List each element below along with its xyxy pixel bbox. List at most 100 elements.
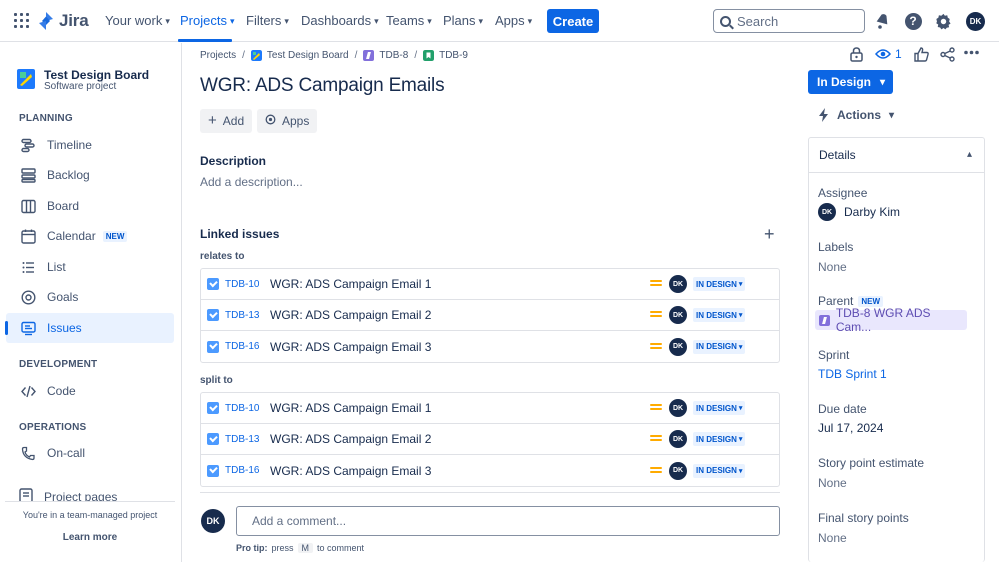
status-label: IN DESIGN: [696, 434, 737, 444]
sidebar-item-label: Board: [47, 199, 80, 213]
chevron-up-icon: ▴: [966, 149, 972, 160]
jira-logo[interactable]: Jira: [38, 11, 89, 31]
thumbs-up-icon[interactable]: [914, 47, 929, 62]
assignee-avatar[interactable]: DK: [669, 337, 687, 356]
create-button[interactable]: Create: [547, 9, 599, 33]
nav-apps[interactable]: Apps ▾: [495, 13, 532, 28]
calendar-icon: [20, 228, 36, 244]
linked-issue-row[interactable]: TDB-13 WGR: ADS Campaign Email 2 DK IN D…: [201, 300, 779, 331]
linked-issue-row[interactable]: TDB-10 WGR: ADS Campaign Email 1 DK IN D…: [201, 393, 779, 424]
add-linked-issue-icon[interactable]: +: [764, 225, 775, 243]
linked-issue-key[interactable]: TDB-16: [225, 465, 259, 476]
sidebar-item-calendar[interactable]: Calendar NEW: [6, 221, 174, 251]
sidebar-item-timeline[interactable]: Timeline: [6, 130, 174, 160]
nav-projects[interactable]: Projects ▾: [180, 13, 235, 28]
watchers-button[interactable]: 1: [875, 47, 902, 61]
status-dropdown[interactable]: IN DESIGN ▾: [693, 463, 746, 478]
status-dropdown[interactable]: IN DESIGN ▾: [693, 277, 746, 291]
labels-field[interactable]: None: [818, 260, 847, 274]
watchers-count: 1: [895, 47, 902, 61]
due-date-field[interactable]: Jul 17, 2024: [818, 421, 883, 435]
sidebar-item-backlog[interactable]: Backlog: [6, 160, 174, 190]
sprint-field[interactable]: TDB Sprint 1: [818, 367, 887, 381]
status-transition-button[interactable]: In Design ▾: [808, 70, 893, 94]
nav-teams[interactable]: Teams ▾: [386, 13, 432, 28]
sidebar-item-board[interactable]: Board: [6, 191, 174, 221]
share-icon[interactable]: [940, 47, 955, 62]
linked-issue-row[interactable]: TDB-10 WGR: ADS Campaign Email 1 DK IN D…: [201, 269, 779, 300]
breadcrumb-projects[interactable]: Projects: [200, 50, 236, 61]
epic-icon: [363, 50, 375, 61]
apps-button[interactable]: Apps: [257, 109, 318, 133]
settings-icon[interactable]: [934, 12, 952, 30]
sidebar-item-list[interactable]: List: [6, 252, 174, 282]
issue-title[interactable]: WGR: ADS Campaign Emails: [200, 75, 445, 97]
breadcrumb-current-issue[interactable]: TDB-9: [423, 50, 468, 61]
breadcrumb-parent-epic[interactable]: TDB-8: [363, 50, 408, 61]
board-icon: [20, 198, 36, 214]
assignee-name: Darby Kim: [844, 205, 901, 219]
assignee-avatar[interactable]: DK: [669, 399, 687, 417]
help-icon[interactable]: ?: [904, 12, 922, 30]
parent-field[interactable]: TDB-8 WGR ADS Cam...: [815, 306, 967, 334]
sidebar-item-code[interactable]: Code: [6, 376, 174, 406]
description-field[interactable]: Add a description...: [200, 175, 303, 189]
linked-issue-summary[interactable]: WGR: ADS Campaign Email 3: [270, 464, 431, 478]
notifications-icon[interactable]: [873, 12, 891, 30]
task-icon: [207, 433, 219, 445]
assignee-field[interactable]: DK Darby Kim: [818, 203, 900, 221]
nav-plans[interactable]: Plans ▾: [443, 13, 483, 28]
linked-issue-key[interactable]: TDB-13: [225, 434, 259, 445]
comment-input[interactable]: Add a comment...: [236, 506, 780, 536]
status-dropdown[interactable]: IN DESIGN ▾: [693, 401, 746, 415]
more-actions-icon[interactable]: [964, 50, 979, 55]
nav-dashboards[interactable]: Dashboards ▾: [301, 13, 379, 28]
linked-issue-key[interactable]: TDB-16: [225, 341, 259, 352]
sidebar-item-issues[interactable]: Issues: [5, 313, 174, 343]
add-button[interactable]: + Add: [200, 109, 253, 133]
breadcrumb-project[interactable]: Test Design Board: [250, 50, 349, 61]
linked-issue-summary[interactable]: WGR: ADS Campaign Email 1: [270, 277, 431, 291]
status-dropdown[interactable]: IN DESIGN ▾: [693, 308, 746, 322]
assignee-avatar: DK: [818, 203, 836, 221]
status-dropdown[interactable]: IN DESIGN ▾: [693, 339, 746, 354]
sprint-label: Sprint: [818, 348, 850, 362]
assignee-avatar[interactable]: DK: [669, 430, 687, 448]
linked-issue-summary[interactable]: WGR: ADS Campaign Email 2: [270, 308, 431, 322]
project-avatar-icon: [17, 69, 35, 89]
linked-issue-summary[interactable]: WGR: ADS Campaign Email 3: [270, 340, 431, 354]
nav-your-work[interactable]: Your work ▾: [105, 13, 170, 28]
lock-icon[interactable]: [850, 47, 863, 62]
linked-issue-key[interactable]: TDB-10: [225, 279, 259, 290]
sidebar-item-goals[interactable]: Goals: [6, 282, 174, 312]
status-label: IN DESIGN: [696, 279, 737, 289]
assignee-avatar[interactable]: DK: [669, 461, 687, 480]
assignee-avatar[interactable]: DK: [669, 306, 687, 324]
story-point-estimate-field[interactable]: None: [818, 476, 847, 490]
user-avatar[interactable]: DK: [966, 12, 985, 31]
details-header[interactable]: Details ▴: [809, 138, 984, 173]
final-story-points-field[interactable]: None: [818, 531, 847, 545]
sidebar-item-label: Goals: [47, 290, 79, 304]
linked-issue-key[interactable]: TDB-10: [225, 403, 259, 414]
nav-filters[interactable]: Filters ▾: [246, 13, 289, 28]
linked-issue-row[interactable]: TDB-16 WGR: ADS Campaign Email 3 DK IN D…: [201, 331, 779, 362]
assignee-avatar[interactable]: DK: [669, 275, 687, 293]
project-name[interactable]: Test Design Board: [44, 68, 149, 82]
task-icon: [207, 278, 219, 290]
breadcrumb-label: TDB-8: [379, 50, 409, 61]
learn-more-link[interactable]: Learn more: [5, 532, 175, 543]
linked-issue-row[interactable]: TDB-16 WGR: ADS Campaign Email 3 DK IN D…: [201, 455, 779, 486]
chevron-down-icon: ▾: [478, 16, 484, 26]
linked-issue-row[interactable]: TDB-13 WGR: ADS Campaign Email 2 DK IN D…: [201, 424, 779, 455]
search-box[interactable]: [713, 9, 865, 33]
actions-button[interactable]: Actions ▾: [818, 108, 894, 122]
sidebar-item-on-call[interactable]: On-call: [6, 438, 174, 468]
linked-issue-summary[interactable]: WGR: ADS Campaign Email 1: [270, 401, 431, 415]
linked-issue-key[interactable]: TDB-13: [225, 310, 259, 321]
status-dropdown[interactable]: IN DESIGN ▾: [693, 432, 746, 446]
search-input[interactable]: [737, 13, 857, 29]
linked-issue-summary[interactable]: WGR: ADS Campaign Email 2: [270, 432, 431, 446]
app-switcher-icon[interactable]: [14, 13, 29, 28]
project-type: Software project: [44, 81, 117, 92]
